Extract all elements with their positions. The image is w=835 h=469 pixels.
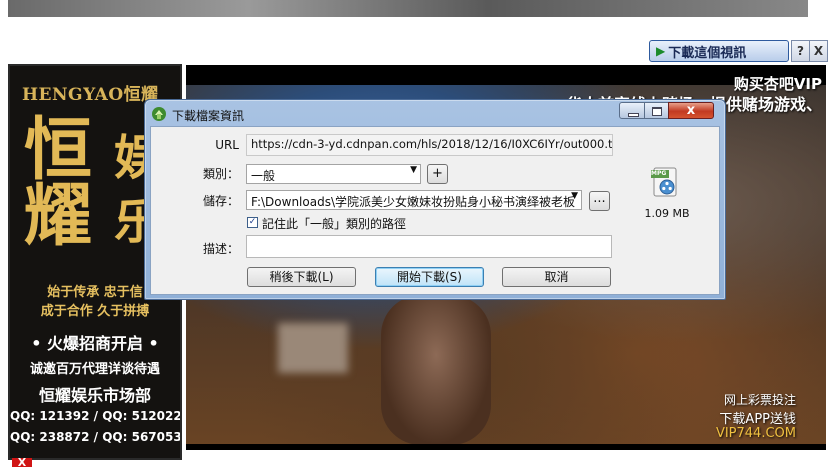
category-value: 一般	[251, 169, 276, 183]
app-logo-icon	[152, 107, 166, 121]
start-download-button[interactable]: 開始下載(S)	[375, 267, 484, 287]
video-bottom-bar	[186, 444, 826, 450]
top-banner-image	[8, 0, 808, 17]
ad-dept: 恒耀娱乐市场部	[38, 386, 151, 405]
file-size: 1.09 MB	[644, 207, 690, 220]
ad-slogan: 成于合作 久于拼搏	[40, 304, 150, 319]
minimize-button[interactable]	[619, 102, 645, 119]
description-input[interactable]	[246, 235, 612, 258]
ad-big-char: 恒	[24, 110, 93, 190]
ad-invite: 诚邀百万代理详谈待遇	[29, 362, 160, 377]
ad-logo: HENGYAO恒耀	[22, 85, 159, 105]
download-later-button[interactable]: 稍後下載(L)	[247, 267, 356, 287]
download-video-button[interactable]: ▶ 下載這個視訊	[649, 40, 789, 62]
video-overlay-bet: 网上彩票投注	[723, 393, 796, 407]
ad-big-char: 耀	[24, 176, 93, 256]
url-field[interactable]: https://cdn-3-yd.cdnpan.com/hls/2018/12/…	[246, 134, 613, 156]
browse-button[interactable]: ...	[589, 191, 610, 211]
file-type-label: MPG	[651, 170, 667, 177]
category-select[interactable]: 一般 ▼	[246, 164, 421, 184]
dialog-close-button[interactable]: x	[668, 102, 714, 119]
save-path-select[interactable]: F:\Downloads\学院派美少女嫩妹妆扮贴身小秘书演绎被老板 ▼	[246, 190, 582, 210]
video-top-bar	[186, 65, 826, 85]
cancel-button[interactable]: 取消	[502, 267, 611, 287]
video-overlay-url: VIP744.COM	[715, 426, 796, 441]
chevron-down-icon: ▼	[571, 191, 578, 201]
help-button[interactable]: ?	[791, 40, 810, 62]
remember-path-label: 記住此「一般」類別的路徑	[262, 217, 407, 231]
maximize-button[interactable]	[644, 102, 669, 119]
chevron-down-icon: ▼	[410, 165, 417, 175]
add-category-button[interactable]: +	[427, 164, 448, 184]
video-blur-region	[278, 323, 348, 373]
dialog-body: URL https://cdn-3-yd.cdnpan.com/hls/2018…	[150, 126, 720, 295]
dialog-title: 下載檔案資訊	[172, 109, 245, 123]
play-icon: ▶	[656, 44, 666, 58]
download-video-label: 下載這個視訊	[668, 45, 747, 61]
ad-qq: QQ: 121392 / QQ: 512022	[10, 409, 182, 423]
video-figure	[381, 295, 491, 445]
video-overlay-app: 下载APP送钱	[719, 412, 796, 427]
close-icon: x	[686, 103, 696, 118]
save-label: 儲存：	[202, 194, 239, 208]
dialog-title-bar[interactable]: 下載檔案資訊 x	[145, 100, 725, 128]
ad-qq: QQ: 238872 / QQ: 567053	[10, 430, 182, 444]
ad-close-button[interactable]: X	[12, 457, 32, 468]
download-info-dialog: 下載檔案資訊 x URL https://cdn-3-yd.cdnpan.com…	[144, 99, 726, 300]
close-overlay-button[interactable]: X	[809, 40, 828, 62]
category-label: 類別：	[202, 167, 239, 181]
remember-path-checkbox[interactable]: ✓	[247, 217, 258, 228]
description-label: 描述：	[202, 242, 239, 256]
ad-headline: • 火爆招商开启 •	[31, 334, 159, 353]
save-path-value: F:\Downloads\学院派美少女嫩妹妆扮贴身小秘书演绎被老板	[251, 195, 576, 209]
url-label: URL	[215, 138, 239, 152]
